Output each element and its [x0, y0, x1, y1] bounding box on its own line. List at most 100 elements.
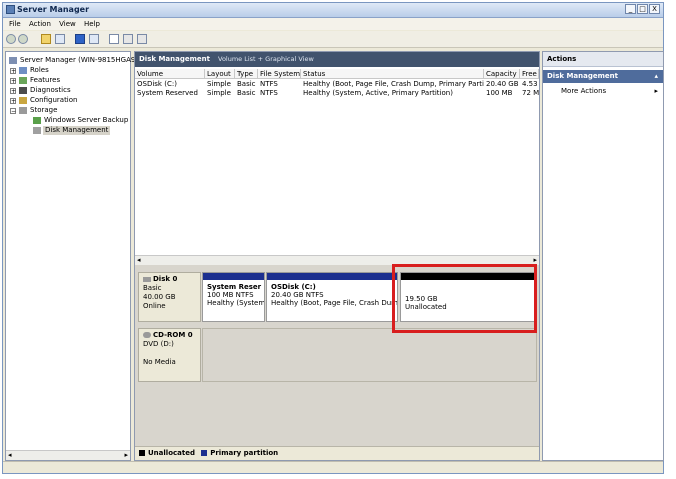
- actions-pane: Actions Disk Management ▴ More Actions ▸: [542, 51, 664, 461]
- disk-type: DVD (D:): [143, 340, 174, 348]
- minimize-button[interactable]: _: [625, 4, 636, 14]
- partition-size: 100 MB NTFS: [207, 291, 254, 299]
- cell-status: Healthy (Boot, Page File, Crash Dump, Pr…: [303, 80, 484, 88]
- disk-name: Disk 0: [153, 275, 178, 283]
- pane-subtitle: Volume List + Graphical View: [218, 55, 314, 63]
- actions-section-disk-management[interactable]: Disk Management ▴: [543, 70, 663, 83]
- expand-configuration-icon[interactable]: +: [10, 98, 16, 105]
- tree-item-roles[interactable]: Roles: [30, 66, 49, 75]
- tree-item-disk-management[interactable]: Disk Management: [43, 126, 111, 135]
- help-icon[interactable]: [75, 34, 85, 44]
- refresh-icon[interactable]: [137, 34, 147, 44]
- cell-capacity: 20.40 GB: [486, 80, 519, 88]
- server-icon: [9, 57, 17, 64]
- scroll-right-icon[interactable]: ▸: [533, 256, 537, 264]
- scroll-left-icon[interactable]: ◂: [137, 256, 141, 264]
- title-bar[interactable]: Server Manager _ □ X: [3, 3, 663, 18]
- cell-volume: OSDisk (C:): [137, 80, 177, 88]
- menu-bar: File Action View Help: [3, 18, 663, 30]
- export-list-icon[interactable]: [109, 34, 119, 44]
- cdrom-area[interactable]: [202, 328, 537, 382]
- scroll-left-icon[interactable]: ◂: [8, 451, 12, 459]
- menu-file[interactable]: File: [9, 18, 21, 30]
- action-more-actions[interactable]: More Actions: [561, 86, 606, 96]
- disk-management-pane: Disk Management Volume List + Graphical V…: [134, 51, 540, 461]
- cell-free: 4.53: [522, 80, 538, 88]
- tree-item-features[interactable]: Features: [30, 76, 60, 85]
- column-status[interactable]: Status: [301, 69, 484, 79]
- column-capacity[interactable]: Capacity: [484, 69, 520, 79]
- partition-status: Healthy (Boot, Page File, Crash Dump, P: [271, 299, 398, 307]
- column-free[interactable]: Free: [520, 69, 539, 79]
- tree-item-windows-server-backup[interactable]: Windows Server Backup: [44, 116, 128, 125]
- tree-item-configuration[interactable]: Configuration: [30, 96, 77, 105]
- cell-type: Basic: [237, 89, 256, 97]
- rescan-icon[interactable]: [123, 34, 133, 44]
- storage-icon: [19, 107, 27, 114]
- cell-layout: Simple: [207, 89, 231, 97]
- navigation-tree: Server Manager (WIN-9815HGA9Bi + Roles +…: [5, 51, 142, 461]
- tree-item-diagnostics[interactable]: Diagnostics: [30, 86, 71, 95]
- forward-icon[interactable]: [18, 34, 28, 44]
- configuration-icon: [19, 97, 27, 104]
- partition-osdisk[interactable]: OSDisk (C:) 20.40 GB NTFS Healthy (Boot,…: [266, 272, 398, 322]
- partition-size: 20.40 GB NTFS: [271, 291, 324, 299]
- up-folder-icon[interactable]: [41, 34, 51, 44]
- close-button[interactable]: X: [649, 4, 660, 14]
- roles-icon: [19, 67, 27, 74]
- maximize-button[interactable]: □: [637, 4, 648, 14]
- expand-roles-icon[interactable]: +: [10, 68, 16, 75]
- highlight-annotation-box: [392, 264, 537, 333]
- properties-icon[interactable]: [89, 34, 99, 44]
- cell-layout: Simple: [207, 80, 231, 88]
- partition-system-reserved[interactable]: System Reser 100 MB NTFS Healthy (System…: [202, 272, 265, 322]
- toolbar: [3, 31, 663, 48]
- back-icon[interactable]: [6, 34, 16, 44]
- disk-icon: [143, 276, 151, 282]
- disk-size: 40.00 GB: [143, 293, 176, 301]
- action-label: More Actions: [561, 87, 607, 95]
- partition-bar: [203, 273, 264, 280]
- menu-view[interactable]: View: [59, 18, 76, 30]
- window-title: Server Manager: [17, 5, 90, 14]
- cell-capacity: 100 MB: [486, 89, 513, 97]
- server-manager-window: Server Manager _ □ X File Action View He…: [2, 2, 664, 474]
- collapse-icon[interactable]: ▴: [654, 70, 658, 83]
- cell-type: Basic: [237, 80, 256, 88]
- disk-name: CD-ROM 0: [153, 331, 193, 339]
- tree-root[interactable]: Server Manager (WIN-9815HGA9Bi: [20, 56, 142, 65]
- partition-status: Healthy (System,: [207, 299, 265, 307]
- legend: Unallocated Primary partition: [135, 446, 539, 460]
- menu-help[interactable]: Help: [84, 18, 100, 30]
- cell-free: 72 M: [522, 89, 539, 97]
- disk-status: Online: [143, 302, 166, 310]
- backup-icon: [33, 117, 41, 124]
- tree-horizontal-scrollbar[interactable]: ◂ ▸: [6, 450, 130, 460]
- disk-0-info[interactable]: Disk 0 Basic 40.00 GB Online: [138, 272, 201, 322]
- disk-type: Basic: [143, 284, 162, 292]
- status-bar: [3, 461, 663, 473]
- expand-diagnostics-icon[interactable]: +: [10, 88, 16, 95]
- legend-primary: Primary partition: [210, 449, 279, 457]
- legend-unallocated: Unallocated: [148, 449, 195, 457]
- collapse-storage-icon[interactable]: −: [10, 108, 16, 115]
- show-hide-tree-icon[interactable]: [55, 34, 65, 44]
- partition-bar: [267, 273, 397, 280]
- actions-header: Actions: [543, 52, 663, 67]
- cell-status: Healthy (System, Active, Primary Partiti…: [303, 89, 453, 97]
- menu-action[interactable]: Action: [29, 18, 51, 30]
- cell-volume: System Reserved: [137, 89, 198, 97]
- features-icon: [19, 77, 27, 84]
- column-type[interactable]: Type: [235, 69, 258, 79]
- column-layout[interactable]: Layout: [205, 69, 235, 79]
- cdrom-0-info[interactable]: CD-ROM 0 DVD (D:) No Media: [138, 328, 201, 382]
- legend-swatch-unallocated: [139, 450, 145, 456]
- tree-item-storage[interactable]: Storage: [30, 106, 57, 115]
- scroll-right-icon[interactable]: ▸: [124, 451, 128, 459]
- column-volume[interactable]: Volume: [135, 69, 205, 79]
- legend-swatch-primary: [201, 450, 208, 456]
- server-manager-icon: [6, 5, 15, 14]
- column-file-system[interactable]: File System: [258, 69, 301, 79]
- expand-features-icon[interactable]: +: [10, 78, 16, 85]
- disk-management-icon: [33, 127, 41, 134]
